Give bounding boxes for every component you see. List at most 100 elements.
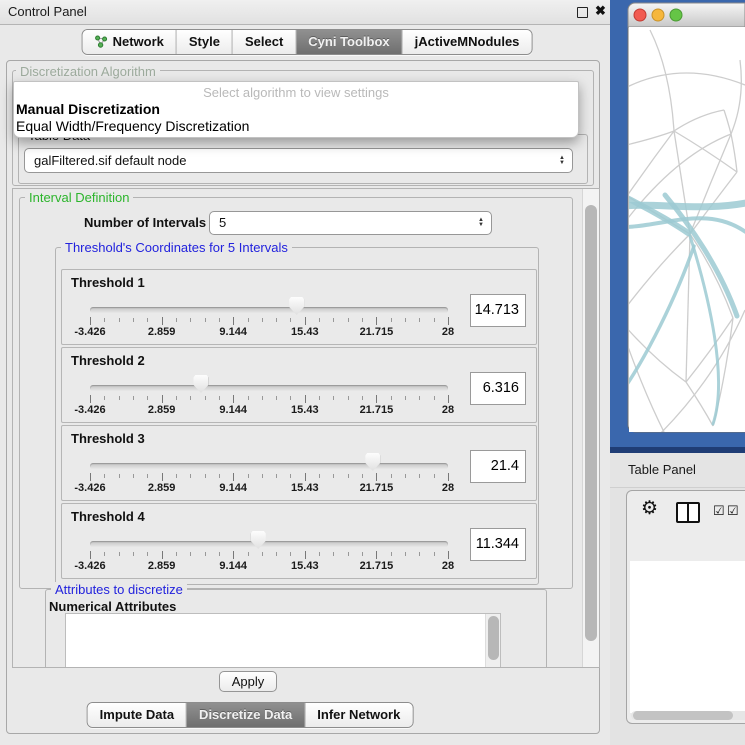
tick-mark: [290, 474, 291, 478]
table-data-combobox[interactable]: galFiltered.sif default node ▲▼: [24, 148, 573, 173]
tick-mark: [290, 318, 291, 322]
zoom-window-button[interactable]: [670, 9, 682, 21]
slider-track[interactable]: [90, 463, 448, 469]
close-panel-icon[interactable]: ✖: [595, 3, 606, 19]
table-panel-title: Table Panel: [628, 462, 696, 477]
threshold-group-3: Threshold 3-3.4262.8599.14415.4321.71528…: [61, 425, 537, 501]
apply-button[interactable]: Apply: [219, 671, 277, 692]
tick-mark: [362, 396, 363, 400]
tick-mark: [419, 318, 420, 322]
tick-label: -3.426: [74, 482, 105, 494]
control-panel-tabs: Network StyleSelectCyni ToolboxjActiveMNo…: [82, 29, 533, 55]
tick-mark: [233, 395, 234, 403]
checkbox-icon[interactable]: ☑: [713, 503, 725, 519]
tick-mark: [90, 473, 91, 481]
interval-definition-title: Interval Definition: [25, 190, 133, 205]
settings-scrollbar[interactable]: [582, 189, 599, 667]
scrollbar-thumb[interactable]: [633, 711, 733, 720]
number-of-intervals-combobox[interactable]: 5 ▲▼: [209, 211, 492, 235]
tick-label: 28: [442, 482, 454, 494]
tick-mark: [262, 318, 263, 322]
stepper-icon: ▲▼: [559, 156, 565, 166]
tick-mark: [376, 317, 377, 325]
table-rows: [630, 561, 745, 713]
tick-mark: [405, 474, 406, 478]
tick-label: -3.426: [74, 404, 105, 416]
cyni-mode-tabs: Impute DataDiscretize DataInfer Network: [87, 702, 414, 728]
tick-label: -3.426: [74, 326, 105, 338]
tick-mark: [290, 552, 291, 556]
tick-mark: [162, 317, 163, 325]
tick-mark: [147, 318, 148, 322]
list-scrollbar[interactable]: [485, 614, 500, 668]
column-layout-icon[interactable]: [676, 502, 700, 523]
tab-discretize-data[interactable]: Discretize Data: [187, 703, 305, 727]
thresholds-group-title: Threshold's Coordinates for 5 Intervals: [61, 240, 292, 255]
tick-mark: [276, 474, 277, 478]
tick-mark: [391, 318, 392, 322]
tick-mark: [119, 552, 120, 556]
tick-label: 15.43: [291, 404, 319, 416]
float-panel-icon[interactable]: [577, 7, 588, 18]
tab-network[interactable]: Network: [83, 30, 177, 54]
threshold-value-input[interactable]: 21.4: [470, 450, 526, 483]
threshold-label: Threshold 4: [71, 509, 145, 524]
tick-mark: [376, 551, 377, 559]
tick-label: 15.43: [291, 482, 319, 494]
tick-mark: [162, 395, 163, 403]
tick-mark: [133, 318, 134, 322]
tab-infer-network[interactable]: Infer Network: [305, 703, 412, 727]
tick-labels: -3.4262.8599.14415.4321.71528: [90, 326, 448, 339]
popup-option-equal-width-frequency[interactable]: Equal Width/Frequency Discretization: [16, 118, 249, 134]
slider-track[interactable]: [90, 541, 448, 547]
tick-mark: [104, 474, 105, 478]
tab-style[interactable]: Style: [177, 30, 233, 54]
network-icon: [95, 35, 108, 48]
algorithm-dropdown-popup: Select algorithm to view settings Manual…: [13, 81, 579, 138]
tab-select[interactable]: Select: [233, 30, 296, 54]
table-panel-titlebar: Table Panel: [610, 453, 745, 488]
tick-mark: [276, 552, 277, 556]
checkbox-icon[interactable]: ☑: [727, 503, 739, 519]
tick-mark: [419, 552, 420, 556]
tick-mark: [119, 396, 120, 400]
tick-label: 28: [442, 404, 454, 416]
tick-label: 21.715: [360, 326, 394, 338]
popup-option-manual-discretization[interactable]: Manual Discretization: [16, 101, 160, 117]
tick-mark: [276, 396, 277, 400]
minimize-window-button[interactable]: [652, 9, 664, 21]
tick-mark: [405, 396, 406, 400]
threshold-value-input[interactable]: 6.316: [470, 372, 526, 405]
tick-mark: [348, 552, 349, 556]
tick-mark: [90, 395, 91, 403]
tick-mark: [190, 318, 191, 322]
tick-mark: [205, 552, 206, 556]
scrollbar-thumb[interactable]: [585, 205, 597, 641]
stepper-icon: ▲▼: [478, 218, 484, 228]
tab-impute-data[interactable]: Impute Data: [88, 703, 187, 727]
tick-mark: [262, 396, 263, 400]
threshold-value-input[interactable]: 11.344: [470, 528, 526, 561]
tick-mark: [233, 317, 234, 325]
tick-mark: [219, 396, 220, 400]
tick-mark: [147, 474, 148, 478]
slider-track[interactable]: [90, 307, 448, 313]
tick-label: 21.715: [360, 404, 394, 416]
settings-scroll-area: Interval Definition Number of Intervals …: [12, 188, 600, 668]
control-panel-titlebar: Control Panel ✖: [0, 0, 610, 25]
tick-mark: [391, 474, 392, 478]
tab-cyni-toolbox[interactable]: Cyni Toolbox: [296, 30, 402, 54]
tab-jactivemnodules[interactable]: jActiveMNodules: [403, 30, 532, 54]
tick-mark: [233, 551, 234, 559]
scrollbar-thumb[interactable]: [488, 616, 499, 660]
slider-track[interactable]: [90, 385, 448, 391]
table-horizontal-scrollbar[interactable]: [631, 711, 745, 720]
threshold-value-input[interactable]: 14.713: [470, 294, 526, 327]
close-window-button[interactable]: [634, 9, 646, 21]
tick-labels: -3.4262.8599.14415.4321.71528: [90, 482, 448, 495]
tick-mark: [205, 396, 206, 400]
gear-icon[interactable]: ⚙: [641, 497, 658, 520]
threshold-group-1: Threshold 1-3.4262.8599.14415.4321.71528…: [61, 269, 537, 345]
tick-mark: [319, 396, 320, 400]
tab-label: Network: [113, 34, 164, 49]
